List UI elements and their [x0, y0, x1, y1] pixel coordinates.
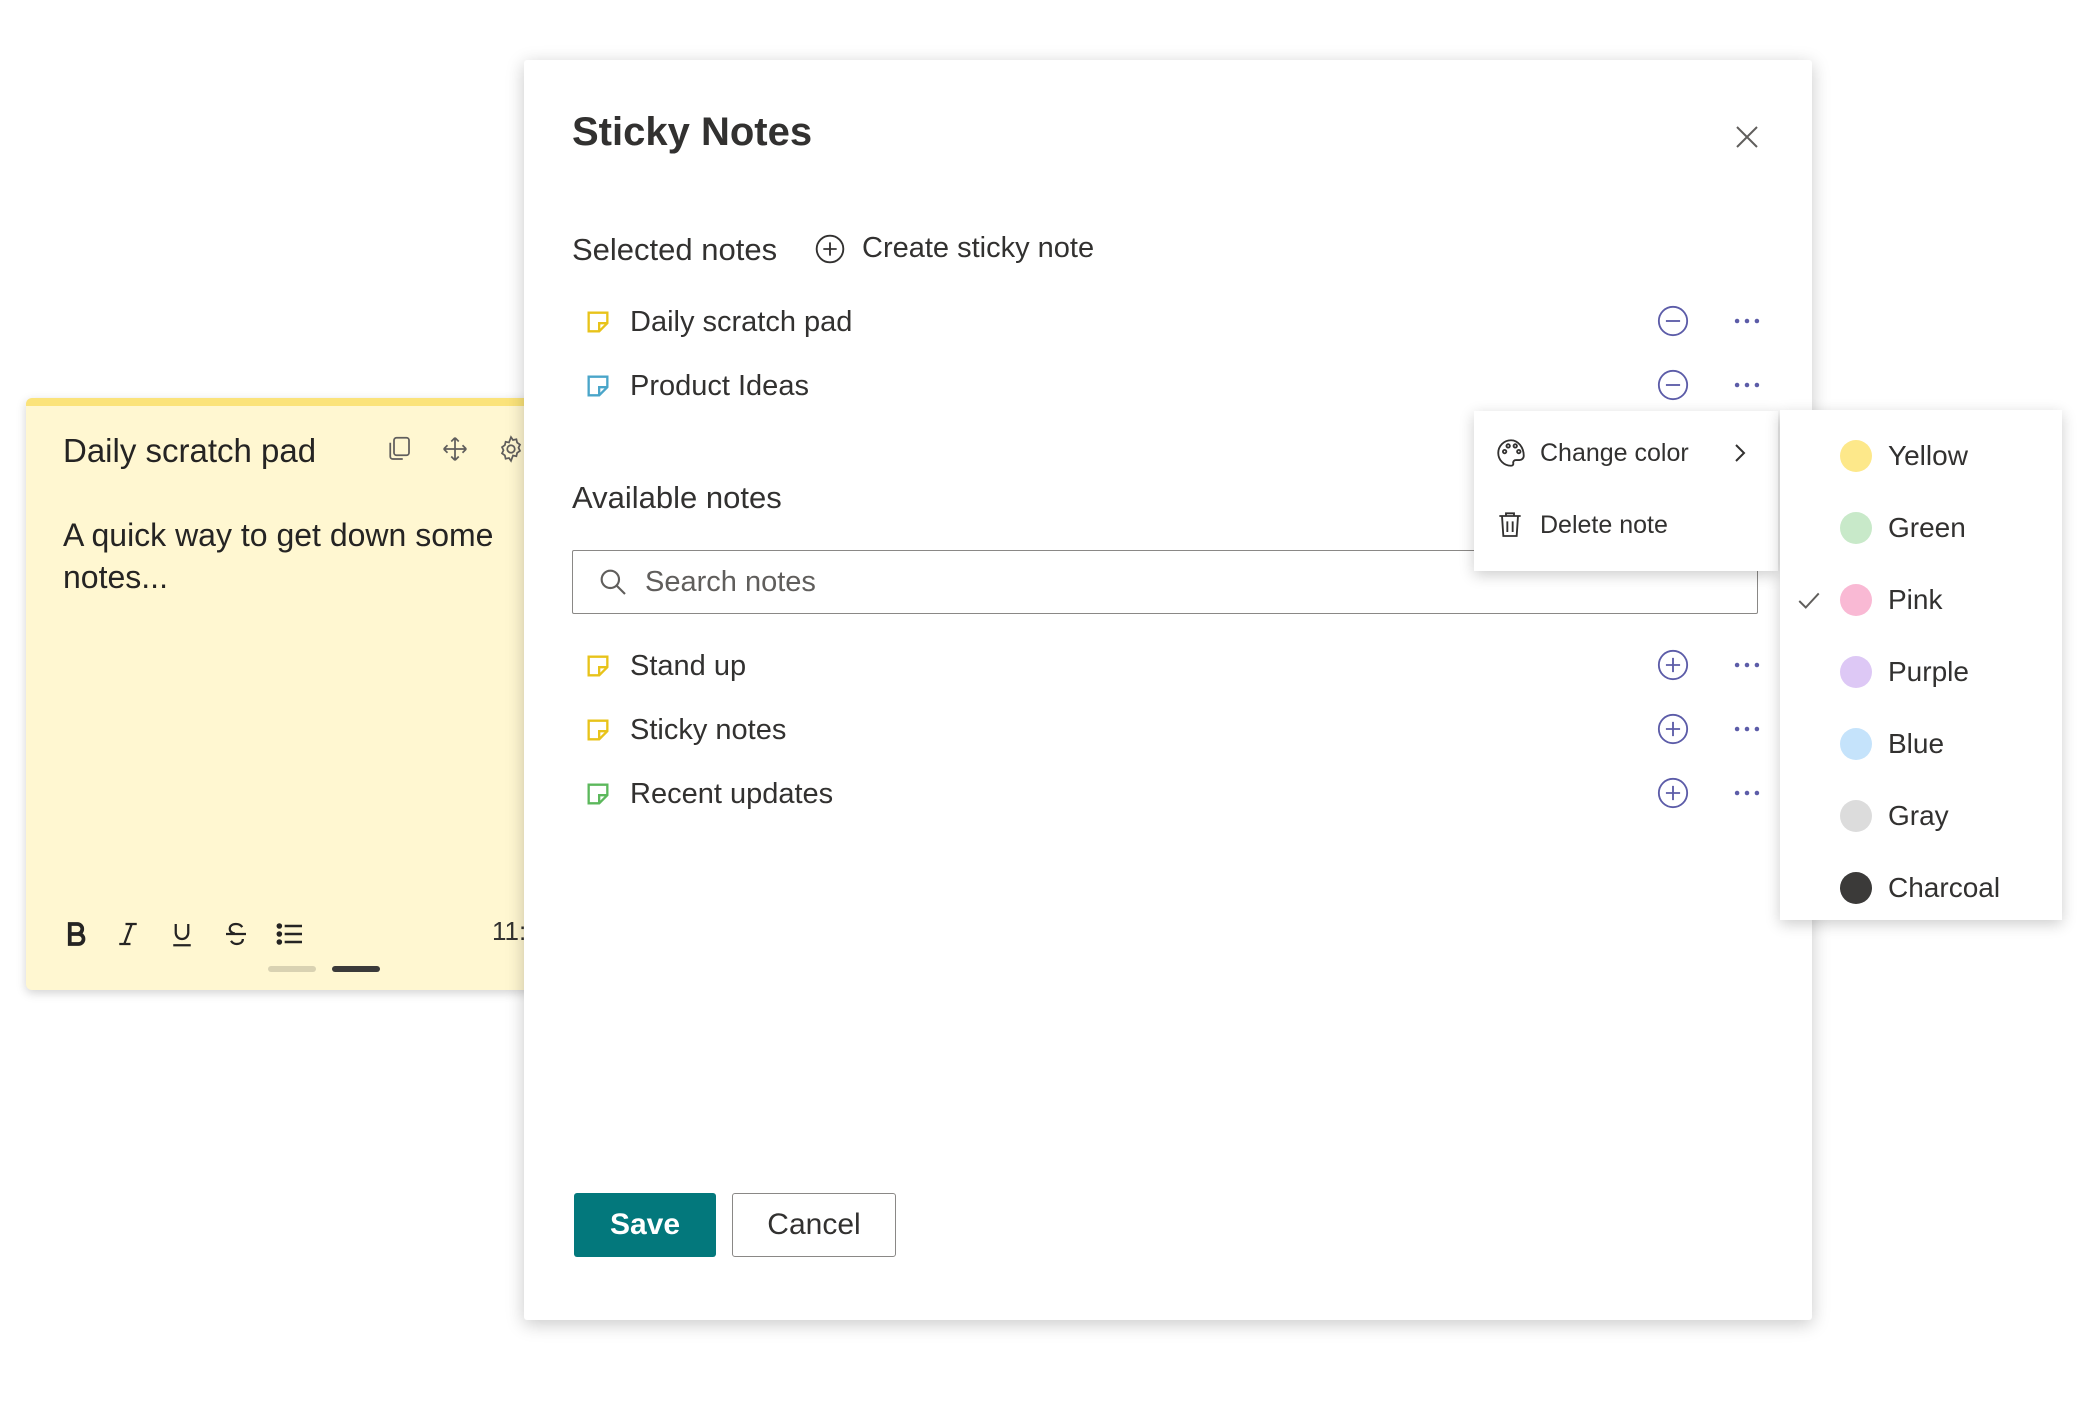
- italic-icon[interactable]: [108, 914, 148, 954]
- note-icon: [584, 372, 612, 400]
- sticky-notes-dialog: Sticky Notes Selected notes Create stick…: [524, 60, 1812, 1320]
- color-label: Blue: [1888, 728, 1945, 759]
- color-swatch: [1840, 728, 1872, 760]
- color-option-green[interactable]: Green: [1780, 498, 2062, 558]
- color-swatch: [1840, 656, 1872, 688]
- move-icon[interactable]: [440, 434, 474, 468]
- bullet-list-icon[interactable]: [270, 914, 310, 954]
- color-label: Pink: [1888, 584, 1943, 615]
- more-options-icon[interactable]: [1730, 776, 1764, 810]
- add-note-icon[interactable]: [1656, 776, 1690, 810]
- sticky-note-card[interactable]: Daily scratch pad A quick way to get dow…: [26, 398, 586, 990]
- cancel-button[interactable]: Cancel: [732, 1193, 896, 1257]
- note-icon: [584, 780, 612, 808]
- available-note-row[interactable]: Sticky notes: [584, 706, 1764, 754]
- underline-icon[interactable]: [162, 914, 202, 954]
- color-label: Purple: [1888, 656, 1969, 687]
- strikethrough-icon[interactable]: [216, 914, 256, 954]
- sticky-note-time: 11:: [492, 916, 527, 946]
- search-input[interactable]: [643, 564, 1547, 600]
- note-label: Daily scratch pad: [630, 305, 853, 338]
- color-option-purple[interactable]: Purple: [1780, 642, 2062, 702]
- note-label: Sticky notes: [630, 713, 787, 746]
- note-label: Recent updates: [630, 777, 834, 810]
- add-circle-icon: [814, 233, 846, 265]
- create-sticky-note-button[interactable]: Create sticky note: [814, 232, 1094, 265]
- change-color-label: Change color: [1540, 438, 1689, 467]
- note-icon: [584, 716, 612, 744]
- more-options-icon[interactable]: [1730, 368, 1764, 402]
- page-indicator-active[interactable]: [332, 966, 380, 972]
- create-sticky-note-label: Create sticky note: [862, 232, 1095, 264]
- remove-note-icon[interactable]: [1656, 368, 1690, 402]
- more-options-icon[interactable]: [1730, 304, 1764, 338]
- search-icon: [597, 566, 629, 598]
- note-context-menu: Change color Delete note: [1474, 411, 1778, 571]
- selected-notes-heading: Selected notes: [572, 232, 778, 267]
- save-button[interactable]: Save: [574, 1193, 716, 1257]
- add-note-icon[interactable]: [1656, 712, 1690, 746]
- delete-note-menu-item[interactable]: Delete note: [1474, 497, 1778, 553]
- color-option-pink[interactable]: Pink: [1780, 570, 2062, 630]
- close-icon[interactable]: [1732, 122, 1764, 154]
- available-note-row[interactable]: Stand up: [584, 642, 1764, 690]
- note-icon: [584, 652, 612, 680]
- selected-note-row[interactable]: Daily scratch pad: [584, 298, 1764, 346]
- copy-icon[interactable]: [384, 434, 418, 468]
- delete-note-label: Delete note: [1540, 510, 1668, 539]
- color-option-charcoal[interactable]: Charcoal: [1780, 858, 2062, 918]
- change-color-menu-item[interactable]: Change color: [1474, 425, 1778, 481]
- color-swatch: [1840, 440, 1872, 472]
- more-options-icon[interactable]: [1730, 712, 1764, 746]
- color-label: Green: [1888, 512, 1966, 543]
- more-options-icon[interactable]: [1730, 648, 1764, 682]
- selected-note-row[interactable]: Product Ideas: [584, 362, 1764, 410]
- palette-icon: [1494, 436, 1528, 470]
- page-indicator-inactive[interactable]: [268, 966, 316, 972]
- dialog-title: Sticky Notes: [572, 110, 813, 154]
- trash-icon: [1494, 508, 1528, 542]
- color-option-yellow[interactable]: Yellow: [1780, 426, 2062, 486]
- bold-icon[interactable]: [56, 914, 96, 954]
- color-swatch: [1840, 584, 1872, 616]
- sticky-note-body[interactable]: A quick way to get down some notes...: [63, 514, 543, 598]
- color-submenu: Yellow Green Pink Purple Blue Gray Charc…: [1780, 410, 2062, 920]
- note-icon: [584, 308, 612, 336]
- sticky-note-title: Daily scratch pad: [63, 432, 317, 469]
- color-label: Charcoal: [1888, 872, 2001, 903]
- available-note-row[interactable]: Recent updates: [584, 770, 1764, 818]
- available-notes-heading: Available notes: [572, 480, 782, 515]
- color-option-gray[interactable]: Gray: [1780, 786, 2062, 846]
- add-note-icon[interactable]: [1656, 648, 1690, 682]
- checkmark-icon: [1796, 588, 1822, 614]
- note-label: Stand up: [630, 649, 747, 682]
- chevron-right-icon: [1728, 441, 1752, 465]
- note-label: Product Ideas: [630, 369, 809, 402]
- color-swatch: [1840, 512, 1872, 544]
- color-swatch: [1840, 800, 1872, 832]
- remove-note-icon[interactable]: [1656, 304, 1690, 338]
- color-label: Gray: [1888, 800, 1949, 831]
- color-label: Yellow: [1888, 440, 1968, 471]
- color-option-blue[interactable]: Blue: [1780, 714, 2062, 774]
- color-swatch: [1840, 872, 1872, 904]
